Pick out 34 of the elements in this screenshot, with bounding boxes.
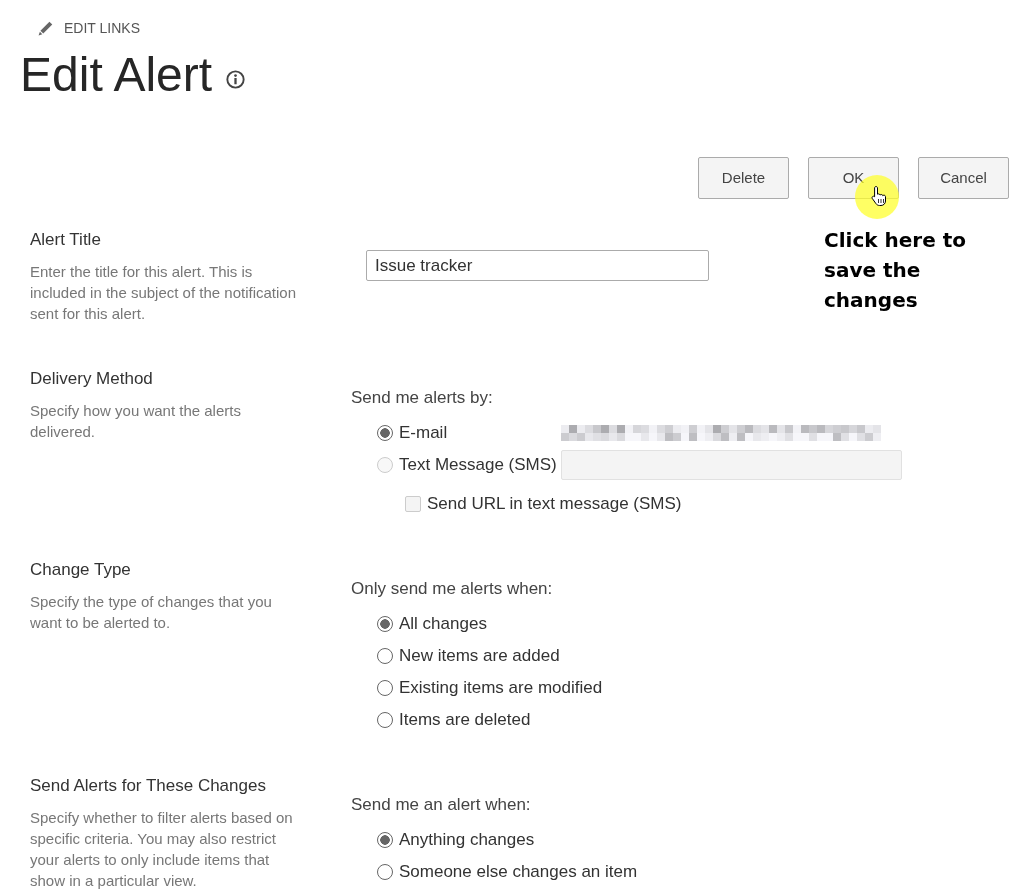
- section-title: Alert Title: [30, 229, 102, 251]
- option-label[interactable]: Anything changes: [399, 829, 535, 851]
- dialog-button[interactable]: Delete: [698, 157, 789, 199]
- alert-title-input[interactable]: Issue tracker: [366, 250, 709, 281]
- section-description: Specify the type of changes that you want to be alerted to.: [30, 592, 273, 633]
- option-label[interactable]: Items are deleted: [399, 709, 531, 731]
- option-label[interactable]: Existing items are modified: [399, 677, 603, 699]
- section-title: Delivery Method: [30, 368, 154, 390]
- option-prompt: Send me an alert when:: [351, 794, 532, 816]
- section-title: Send Alerts for These Changes: [30, 775, 267, 797]
- dialog-button[interactable]: Cancel: [918, 157, 1009, 199]
- section-description: Enter the title for this alert. This is included in the subject of the notification sent for this alert.: [30, 262, 297, 324]
- radio-button[interactable]: [377, 648, 393, 664]
- radio-button[interactable]: [377, 712, 393, 728]
- option-label[interactable]: New items are added: [399, 645, 560, 667]
- option-label[interactable]: E-mail: [399, 422, 448, 444]
- option-label[interactable]: Someone else changes an item: [399, 861, 638, 883]
- radio-button[interactable]: [377, 680, 393, 696]
- edit-links-link[interactable]: EDIT LINKS: [38, 18, 140, 38]
- radio-button[interactable]: [377, 616, 393, 632]
- page-title: Edit Alert: [20, 47, 213, 103]
- option-label[interactable]: All changes: [399, 613, 487, 635]
- section-title: Change Type: [30, 559, 132, 581]
- option-prompt: Only send me alerts when:: [351, 578, 554, 600]
- option-prompt: Send me alerts by:: [351, 387, 494, 409]
- radio-button[interactable]: [377, 832, 393, 848]
- radio-button[interactable]: [377, 864, 393, 880]
- section-description: Specify how you want the alerts delivered.: [30, 401, 242, 442]
- section-description: Specify whether to filter alerts based on specific criteria. You may also restrict your alerts to only include items that show in a particular view.: [30, 808, 294, 891]
- hand-cursor-icon: [871, 185, 887, 207]
- pencil-icon: [38, 20, 53, 36]
- annotation-text: Click here to save the changes: [824, 227, 967, 314]
- radio-button[interactable]: [377, 425, 393, 441]
- info-icon[interactable]: [226, 69, 246, 89]
